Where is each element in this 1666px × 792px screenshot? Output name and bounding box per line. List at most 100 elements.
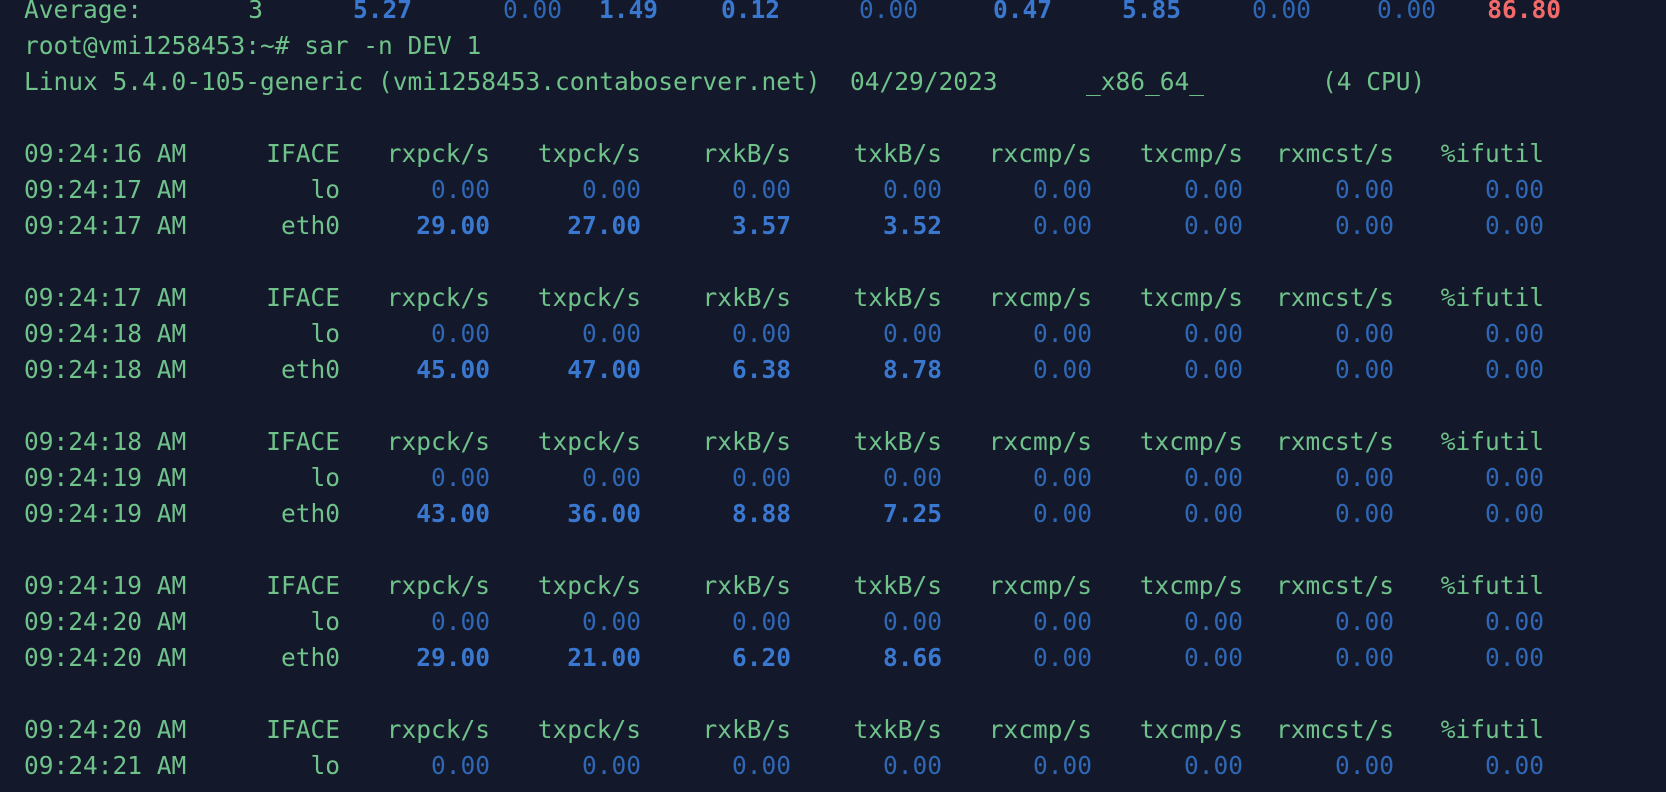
column-header: %ifutil: [1440, 283, 1544, 312]
column-header: rxmcst/s: [1275, 571, 1394, 600]
row-iface: eth0: [280, 355, 340, 384]
row-time: 09:24:19 AM: [24, 499, 187, 528]
row-value: 0.00: [1183, 499, 1243, 528]
row-value: 0.00: [581, 463, 641, 492]
average-label: Average:: [24, 0, 143, 24]
column-header: txcmp/s: [1139, 715, 1243, 744]
row-value: 3.52: [882, 211, 942, 240]
row-value: 43.00: [416, 499, 490, 528]
average-value: 0.47: [992, 0, 1052, 24]
column-header: IFACE: [266, 427, 340, 456]
column-header: rxkB/s: [702, 283, 791, 312]
row-value: 0.00: [731, 751, 791, 780]
column-header: rxcmp/s: [988, 715, 1092, 744]
row-value: 0.00: [1334, 751, 1394, 780]
row-time: 09:24:19 AM: [24, 463, 187, 492]
row-value: 0.00: [731, 175, 791, 204]
row-value: 0.00: [1334, 319, 1394, 348]
row-value: 6.38: [731, 355, 791, 384]
system-info: Linux 5.4.0-105-generic (vmi1258453.cont…: [24, 67, 1426, 96]
column-header: %ifutil: [1440, 571, 1544, 600]
row-value: 0.00: [1484, 319, 1544, 348]
column-header: txpck/s: [537, 571, 641, 600]
column-header: rxcmp/s: [988, 571, 1092, 600]
row-value: 0.00: [731, 463, 791, 492]
row-value: 0.00: [1484, 607, 1544, 636]
row-value: 0.00: [1183, 751, 1243, 780]
row-value: 0.00: [581, 175, 641, 204]
column-header: txpck/s: [537, 283, 641, 312]
row-value: 8.88: [731, 499, 791, 528]
row-value: 0.00: [882, 607, 942, 636]
row-value: 0.00: [1032, 607, 1092, 636]
column-header: rxpck/s: [386, 715, 490, 744]
average-value: 0.00: [1376, 0, 1436, 24]
row-value: 0.00: [1334, 211, 1394, 240]
data-row: 09:24:18 AM lo 0.00 0.00 0.00 0.00 0.00 0.00 0.0…: [0, 316, 1666, 352]
row-time: 09:24:18 AM: [24, 319, 187, 348]
row-value: 0.00: [1032, 355, 1092, 384]
row-iface: lo: [310, 463, 340, 492]
row-value: 0.00: [1183, 175, 1243, 204]
column-header: rxcmp/s: [988, 139, 1092, 168]
average-line: Average: 3 5.27 0.00 1.49 0.12 0.00 0.47 5.85 0.0…: [0, 0, 1666, 28]
row-iface: lo: [310, 607, 340, 636]
row-value: 0.00: [731, 607, 791, 636]
column-header: rxpck/s: [386, 283, 490, 312]
system-info-line: Linux 5.4.0-105-generic (vmi1258453.cont…: [0, 64, 1666, 100]
header-time: 09:24:20 AM: [24, 715, 187, 744]
row-iface: eth0: [280, 643, 340, 672]
row-time: 09:24:21 AM: [24, 751, 187, 780]
average-value: 5.27: [352, 0, 412, 24]
average-value: 3: [248, 0, 263, 24]
row-value: 47.00: [567, 355, 641, 384]
column-header: txkB/s: [853, 139, 942, 168]
column-header: rxmcst/s: [1275, 715, 1394, 744]
column-header: rxpck/s: [386, 427, 490, 456]
row-iface: lo: [310, 751, 340, 780]
header-time: 09:24:19 AM: [24, 571, 187, 600]
column-header: txkB/s: [853, 427, 942, 456]
row-value: 45.00: [416, 355, 490, 384]
row-value: 0.00: [430, 463, 490, 492]
column-header: IFACE: [266, 715, 340, 744]
terminal-window[interactable]: Average: 3 5.27 0.00 1.49 0.12 0.00 0.47 5.85 0.0…: [0, 0, 1666, 792]
average-value: 0.00: [1251, 0, 1311, 24]
row-time: 09:24:17 AM: [24, 211, 187, 240]
row-value: 29.00: [416, 211, 490, 240]
row-iface: lo: [310, 319, 340, 348]
column-header: rxkB/s: [702, 427, 791, 456]
row-value: 0.00: [1032, 643, 1092, 672]
row-value: 0.00: [1334, 499, 1394, 528]
row-value: 0.00: [1334, 607, 1394, 636]
header-time: 09:24:17 AM: [24, 283, 187, 312]
row-value: 0.00: [430, 319, 490, 348]
average-value: 0.00: [858, 0, 918, 24]
row-time: 09:24:18 AM: [24, 355, 187, 384]
column-header: txpck/s: [537, 139, 641, 168]
column-header: rxkB/s: [702, 715, 791, 744]
column-header: txcmp/s: [1139, 571, 1243, 600]
header-time: 09:24:16 AM: [24, 139, 187, 168]
row-iface: eth0: [280, 499, 340, 528]
column-header-row: 09:24:18 AM IFACE rxpck/s txpck/s rxkB/s txkB…: [0, 424, 1666, 460]
prompt-line: root@vmi1258453:~# sar -n DEV 1: [0, 28, 1666, 64]
row-iface: eth0: [280, 211, 340, 240]
column-header: rxmcst/s: [1275, 139, 1394, 168]
row-value: 0.00: [882, 175, 942, 204]
column-header: %ifutil: [1440, 139, 1544, 168]
row-value: 0.00: [1484, 355, 1544, 384]
row-value: 7.25: [882, 499, 942, 528]
row-value: 0.00: [882, 463, 942, 492]
row-time: 09:24:20 AM: [24, 607, 187, 636]
data-row: 09:24:17 AM lo 0.00 0.00 0.00 0.00 0.00 0.00 0.0…: [0, 172, 1666, 208]
column-header: rxkB/s: [702, 139, 791, 168]
row-value: 0.00: [1484, 211, 1544, 240]
column-header: IFACE: [266, 283, 340, 312]
average-value: 86.80: [1487, 0, 1561, 24]
column-header: rxcmp/s: [988, 427, 1092, 456]
row-value: 8.78: [882, 355, 942, 384]
